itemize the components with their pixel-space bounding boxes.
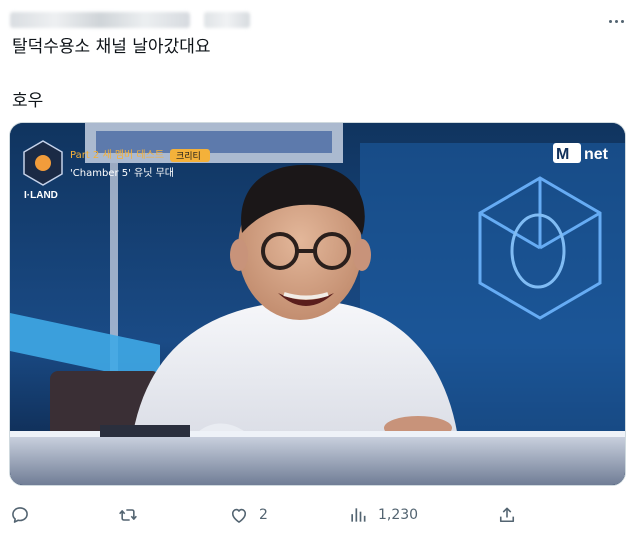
tweet-actions-bar: 2 1,230	[0, 498, 640, 532]
caption-line-2: 'Chamber 5' 유닛 무대	[70, 167, 174, 179]
caption-line-1: Part 2 새 멤버 테스트	[70, 149, 164, 161]
mnet-logo-icon: M net	[553, 143, 609, 163]
tweet-text-line-1: 탈덕수용소 채널 날아갔대요	[12, 37, 211, 57]
reply-button[interactable]	[10, 502, 30, 528]
tweet-media-image[interactable]: I·LAND Part 2 새 멤버 테스트 크리티 'Chamber 5' 유…	[9, 122, 626, 486]
views-count: 1,230	[378, 507, 419, 523]
like-button[interactable]: 2	[229, 502, 268, 528]
tweet-text: 탈덕수용소 채널 날아갔대요 호우	[12, 36, 612, 112]
author-name-blurred[interactable]	[10, 12, 190, 28]
share-button[interactable]	[497, 502, 517, 528]
show-logo-text: I·LAND	[24, 190, 58, 201]
reply-icon	[12, 507, 28, 523]
media-scene: I·LAND Part 2 새 멤버 테스트 크리티 'Chamber 5' 유…	[10, 123, 625, 485]
like-count: 2	[259, 507, 268, 523]
more-options-icon[interactable]	[604, 12, 628, 30]
tweet-header	[0, 0, 640, 34]
tweet-text-line-2: 호우	[12, 91, 44, 111]
author-handle-blurred[interactable]	[204, 12, 250, 28]
views-icon	[351, 508, 366, 522]
views-button[interactable]: 1,230	[348, 502, 418, 528]
heart-icon	[231, 508, 247, 523]
caption-badge: 크리티	[176, 151, 201, 162]
retweet-icon	[119, 509, 137, 521]
share-icon	[499, 507, 515, 523]
network-logo-text: net	[584, 146, 609, 163]
network-logo-m: M	[556, 146, 569, 163]
retweet-button[interactable]	[118, 502, 138, 528]
